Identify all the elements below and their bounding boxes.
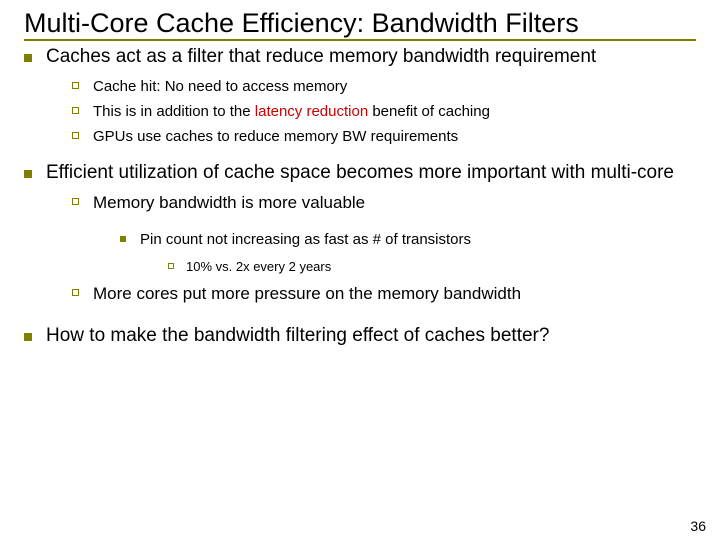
highlighted-term: latency reduction <box>255 103 368 120</box>
bullet-text: 10% vs. 2x every 2 years <box>186 258 331 276</box>
bullet-lvl3: Pin count not increasing as fast as # of… <box>120 229 696 250</box>
bullet-text: Memory bandwidth is more valuable <box>93 191 365 215</box>
open-square-bullet-icon <box>72 82 79 89</box>
bullet-lvl2: This is in addition to the latency reduc… <box>72 101 696 122</box>
bullet-text: Pin count not increasing as fast as # of… <box>140 229 471 250</box>
bullet-lvl2: Cache hit: No need to access memory <box>72 76 696 97</box>
sub-bullets: Memory bandwidth is more valuable <box>72 191 696 215</box>
square-bullet-icon <box>24 170 32 178</box>
sub-sub-bullets: Pin count not increasing as fast as # of… <box>120 229 696 250</box>
slide-title: Multi-Core Cache Efficiency: Bandwidth F… <box>24 8 696 41</box>
bullet-lvl2: GPUs use caches to reduce memory BW requ… <box>72 126 696 147</box>
sub-sub-sub-bullets: 10% vs. 2x every 2 years <box>168 258 696 276</box>
bullet-lvl1: How to make the bandwidth filtering effe… <box>24 324 696 349</box>
open-square-bullet-icon <box>72 132 79 139</box>
bullet-text: GPUs use caches to reduce memory BW requ… <box>93 126 458 147</box>
bullet-lvl2: Memory bandwidth is more valuable <box>72 191 696 215</box>
open-square-bullet-icon <box>72 289 79 296</box>
bullet-text: More cores put more pressure on the memo… <box>93 282 521 306</box>
bullet-text: Caches act as a filter that reduce memor… <box>46 45 596 70</box>
small-open-square-bullet-icon <box>168 263 174 269</box>
open-square-bullet-icon <box>72 198 79 205</box>
bullet-text: This is in addition to the latency reduc… <box>93 101 490 122</box>
open-square-bullet-icon <box>72 107 79 114</box>
bullet-lvl2: More cores put more pressure on the memo… <box>72 282 696 306</box>
bullet-text: Cache hit: No need to access memory <box>93 76 347 97</box>
bullet-text: Efficient utilization of cache space bec… <box>46 161 674 186</box>
bullet-text: How to make the bandwidth filtering effe… <box>46 324 549 349</box>
sub-bullets: More cores put more pressure on the memo… <box>72 282 696 306</box>
square-bullet-icon <box>24 54 32 62</box>
small-square-bullet-icon <box>120 236 126 242</box>
square-bullet-icon <box>24 333 32 341</box>
bullet-lvl4: 10% vs. 2x every 2 years <box>168 258 696 276</box>
bullet-lvl1: Caches act as a filter that reduce memor… <box>24 45 696 70</box>
sub-bullets: Cache hit: No need to access memory This… <box>72 76 696 147</box>
page-number: 36 <box>690 518 706 534</box>
bullet-lvl1: Efficient utilization of cache space bec… <box>24 161 696 186</box>
slide: Multi-Core Cache Efficiency: Bandwidth F… <box>0 0 720 349</box>
